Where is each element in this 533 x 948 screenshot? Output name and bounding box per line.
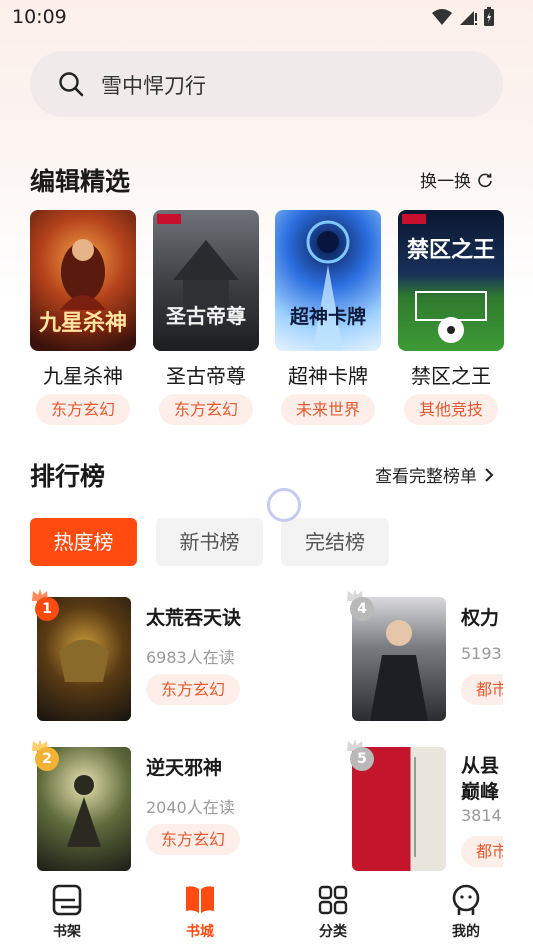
cover-art-temple [157,214,239,320]
book-title: 太荒吞天诀 [146,607,242,629]
tab-new[interactable]: 新书榜 [156,518,263,566]
profile-icon [452,884,480,915]
bottom-nav: 书架 书城 分类 我的 [0,878,533,948]
status-icons [431,7,495,27]
book-title: 逆天邪神 [146,757,223,779]
tab-hot[interactable]: 热度榜 [30,518,137,566]
status-bar: 10:09 [0,0,533,36]
cover-title: 九星杀神 [38,310,127,336]
book-tag[interactable]: 其他竞技 [404,394,498,425]
book-tag[interactable]: 东方玄幻 [159,394,253,425]
book-name: 禁区之王 [411,364,491,388]
book-tag[interactable]: 未来世界 [281,394,375,425]
ranking-list: 1 太荒吞天诀 6983人在读 东方玄幻 2 逆天邪神 2040人在读 东方玄幻… [0,585,503,880]
list-item[interactable]: 5 从县 巅峰 3814. 都市 [345,735,503,875]
search-input[interactable]: 雪中悍刀行 [30,51,503,117]
battery-icon [484,7,494,26]
category-icon [318,885,348,915]
view-full-ranking-link[interactable]: 查看完整榜单 [375,462,495,487]
reader-count: 3814. [461,806,503,825]
cover-title: 圣古帝尊 [166,304,246,328]
nav-label: 书架 [53,924,81,940]
nav-profile[interactable]: 我的 [426,878,506,948]
book-title: 从县 [461,755,500,777]
reader-count: 2040人在读 [146,798,235,817]
signal-icon [460,11,477,25]
rank-badge: 2 [35,747,59,771]
book-title-line2: 巅峰 [461,781,500,803]
chevron-right-icon [485,467,494,482]
tab-finished[interactable]: 完结榜 [281,518,389,566]
rank-badge: 4 [350,597,374,621]
book-tag[interactable]: 东方玄幻 [146,674,241,705]
bookstore-icon [186,886,214,913]
book-card[interactable]: 圣古帝尊 圣古帝尊 东方玄幻 [153,210,259,425]
rank-badge: 1 [35,597,59,621]
list-item[interactable]: 4 权力 5193. 都市 [345,585,503,725]
reader-count: 6983人在读 [146,648,235,667]
ranking-title: 排行榜 [30,462,106,491]
nav-bookstore[interactable]: 书城 [160,878,240,948]
nav-label: 分类 [319,924,347,940]
list-item[interactable]: 2 逆天邪神 2040人在读 东方玄幻 [0,735,330,875]
refresh-label: 换一换 [420,172,471,192]
book-name: 超神卡牌 [288,364,368,388]
editor-picks-title: 编辑精选 [30,167,131,196]
list-item[interactable]: 1 太荒吞天诀 6983人在读 东方玄幻 [0,585,330,725]
book-card[interactable]: 禁区之王 禁区之王 其他竞技 [398,210,504,425]
book-title: 权力 [461,607,500,629]
book-name: 圣古帝尊 [166,364,246,388]
book-card[interactable]: 超神卡牌 超神卡牌 未来世界 [275,210,381,425]
book-name: 九星杀神 [43,364,123,388]
status-time: 10:09 [12,6,67,28]
wifi-icon [432,9,452,25]
book-tag[interactable]: 东方玄幻 [36,394,130,425]
book-card[interactable]: 九星杀神 九星杀神 东方玄幻 [30,210,136,425]
cover-title: 超神卡牌 [289,306,366,328]
cover-title: 禁区之王 [406,237,495,263]
book-tag[interactable]: 东方玄幻 [146,824,241,855]
book-cover: 九星杀神 [30,210,136,351]
bookshelf-icon [52,884,82,916]
search-icon [59,72,84,97]
loading-spinner [267,488,301,522]
nav-category[interactable]: 分类 [293,878,373,948]
reader-count: 5193. [461,644,503,663]
nav-label: 书城 [186,924,214,940]
refresh-button[interactable]: 换一换 [420,167,493,192]
book-tag[interactable]: 都市 [461,836,503,867]
book-tag[interactable]: 都市 [461,674,503,705]
nav-label: 我的 [452,924,480,940]
cover-art-vortex [306,220,350,350]
book-cover: 圣古帝尊 [153,210,259,351]
search-query-text: 雪中悍刀行 [101,74,206,98]
book-cover: 禁区之王 [398,210,504,351]
rank-badge: 5 [350,747,374,771]
view-full-ranking-label: 查看完整榜单 [375,467,477,487]
refresh-icon [478,173,492,187]
nav-bookshelf[interactable]: 书架 [27,878,107,948]
book-cover: 超神卡牌 [275,210,381,351]
